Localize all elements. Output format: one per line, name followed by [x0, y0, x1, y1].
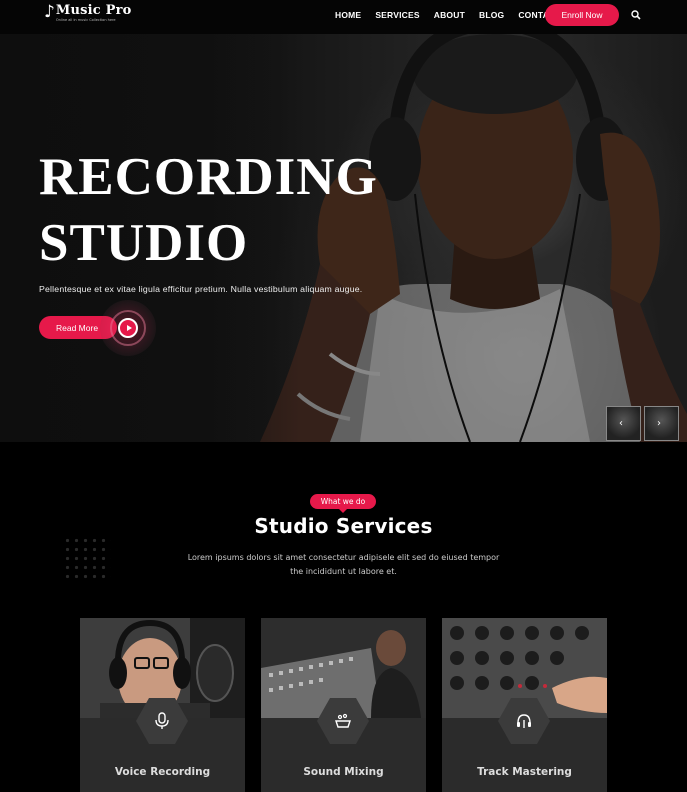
hero-title-line2: STUDIO — [39, 214, 249, 272]
brand-logo[interactable]: ♪ Music Pro Online all in music Collecti… — [44, 4, 132, 23]
service-card-title: Sound Mixing — [303, 766, 384, 778]
decorative-dot-grid — [63, 536, 111, 582]
service-card-title: Voice Recording — [114, 766, 211, 778]
hero-title-line1: RECORDING — [39, 148, 378, 206]
nav-home[interactable]: HOME — [335, 10, 361, 20]
slider-next-thumb[interactable]: › — [644, 406, 679, 441]
hero-section: RECORDING STUDIO Pellentesque et ex vita… — [0, 34, 687, 442]
main-nav: HOME SERVICES ABOUT BLOG CONTACT — [335, 10, 575, 20]
brand-tagline: Online all in music Collection here — [55, 18, 116, 22]
enroll-now-button[interactable]: Enroll Now — [545, 4, 619, 26]
service-card-sound-mixing[interactable]: Sound Mixing — [261, 618, 426, 792]
search-icon[interactable] — [631, 10, 641, 20]
section-description: Lorem ipsums dolors sit amet consectetur… — [187, 553, 500, 576]
service-card-voice-recording[interactable]: Voice Recording — [80, 618, 245, 792]
logo-text: Music Pro Online all in music Collection… — [56, 4, 132, 23]
slider-prev-thumb[interactable]: ‹ — [606, 406, 641, 441]
section-badge: What we do — [310, 494, 376, 513]
service-card-track-mastering[interactable]: Track Mastering — [442, 618, 607, 792]
section-title: Studio Services — [254, 514, 433, 538]
hero-subtitle: Pellentesque et ex vitae ligula efficitu… — [39, 284, 363, 294]
mixer-icon — [335, 713, 351, 728]
music-note-icon: ♪ — [44, 2, 55, 22]
microphone-icon — [155, 712, 169, 729]
nav-services[interactable]: SERVICES — [375, 10, 419, 20]
brand-name: Music Pro — [55, 3, 132, 18]
nav-about[interactable]: ABOUT — [434, 10, 465, 20]
hero-title: RECORDING STUDIO — [39, 144, 378, 276]
play-video-button[interactable] — [118, 318, 138, 338]
services-section: What we do Studio Services Lorem ipsums … — [0, 442, 687, 792]
service-card-title: Track Mastering — [477, 766, 572, 778]
nav-blog[interactable]: BLOG — [479, 10, 504, 20]
headphone-mic-icon — [517, 714, 531, 728]
site-header: ♪ Music Pro Online all in music Collecti… — [0, 0, 687, 34]
play-icon — [126, 325, 132, 331]
chevron-right-icon: › — [657, 418, 661, 429]
chevron-left-icon: ‹ — [619, 418, 623, 429]
